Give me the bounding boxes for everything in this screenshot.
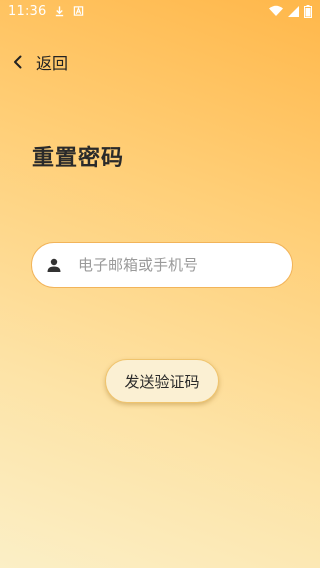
back-button[interactable]: 返回 <box>10 50 68 74</box>
top-bar: 返回 <box>0 44 320 80</box>
email-or-phone-input[interactable] <box>78 256 268 274</box>
send-verification-code-button[interactable]: 发送验证码 <box>105 359 219 403</box>
a-box-icon <box>74 6 84 16</box>
signal-icon <box>288 5 299 17</box>
user-icon <box>47 258 61 272</box>
download-icon <box>56 6 64 17</box>
wifi-icon <box>269 5 283 16</box>
back-label: 返回 <box>36 54 69 73</box>
status-time: 11:36 <box>8 3 47 19</box>
account-input-container[interactable] <box>31 242 293 288</box>
battery-icon <box>304 4 312 18</box>
status-bar: 11:36 <box>0 0 320 22</box>
page-title: 重置密码 <box>32 146 125 171</box>
chevron-left-icon <box>14 55 22 69</box>
